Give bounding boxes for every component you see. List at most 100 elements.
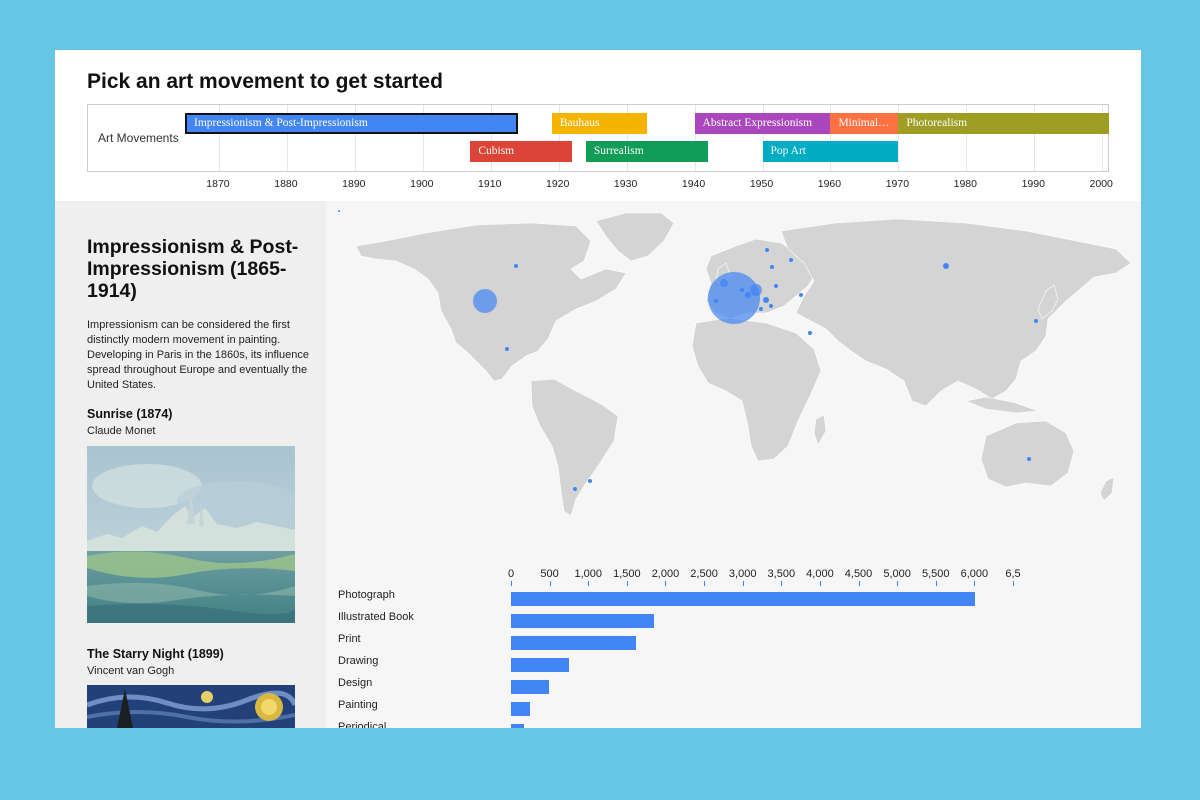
map-marker[interactable] [808, 331, 812, 335]
chart-x-tick-label: 1,500 [613, 568, 641, 580]
map-marker[interactable] [505, 347, 509, 351]
map-marker[interactable] [765, 248, 769, 252]
map-marker[interactable] [769, 304, 773, 308]
movement-bar-impressionism[interactable]: Impressionism & Post-Impressionism [185, 113, 518, 134]
timeline-year-label: 1990 [1021, 178, 1045, 190]
movement-bar-photorealism[interactable]: Photorealism [898, 113, 1109, 134]
chart-x-tick-label: 6,5 [1005, 568, 1021, 580]
movement-bar-abstract-expressionism[interactable]: Abstract Expressionism [694, 113, 831, 134]
map-marker[interactable] [573, 487, 577, 491]
chart-x-tick-mark [897, 581, 899, 586]
map-marker[interactable] [720, 279, 728, 287]
map-marker[interactable] [708, 272, 760, 324]
chart-category-label: Design [338, 677, 373, 689]
chart-x-tick-mark [935, 581, 937, 586]
chart-x-tick-mark [588, 581, 590, 586]
map-marker[interactable] [1034, 319, 1038, 323]
map-marker[interactable] [763, 297, 769, 303]
madagascar-shape [813, 414, 827, 446]
chart-x-tick-mark [858, 581, 860, 586]
map-marker[interactable] [714, 299, 718, 303]
chart-x-tick-mark [511, 581, 512, 586]
chart-x-tick-mark [626, 581, 628, 586]
movement-bar-cubism[interactable]: Cubism [470, 141, 573, 162]
chart-x-tick-label: 2,500 [690, 568, 718, 580]
chart-bar-photograph[interactable] [511, 592, 976, 606]
page-heading: Pick an art movement to get started [87, 70, 443, 93]
timeline-year-axis: 1870 1880 1890 1900 1910 1920 1930 1940 1950 1960… [87, 178, 1113, 192]
chart-x-tick-label: 3,000 [728, 568, 757, 580]
map-marker[interactable] [338, 210, 340, 212]
africa-shape [691, 317, 822, 462]
map-marker[interactable] [473, 289, 497, 313]
indonesia-shape [964, 396, 1039, 414]
chart-x-tick-mark [781, 581, 783, 586]
map-marker[interactable] [588, 479, 592, 483]
chart-bar-design[interactable] [511, 680, 549, 694]
artwork-title: Sunrise (1874) [87, 407, 173, 421]
movement-title: Impressionism & Post-Impressionism (1865… [87, 236, 299, 302]
world-map[interactable] [326, 201, 1141, 531]
chart-bar-print[interactable] [511, 636, 637, 650]
movement-bar-pop-art[interactable]: Pop Art [762, 141, 899, 162]
chart-bar-drawing[interactable] [511, 658, 569, 672]
chart-bar-periodical[interactable] [511, 724, 525, 728]
south-america-shape [530, 378, 619, 517]
chart-x-tick-mark [665, 581, 667, 586]
chart-category-label: Print [338, 633, 361, 645]
chart-x-tick-label: 4,500 [844, 568, 873, 580]
timeline-year-label: 1960 [817, 178, 842, 190]
map-marker[interactable] [774, 284, 778, 288]
chart-category-label: Photograph [338, 589, 395, 601]
chart-x-tick-label: 5,000 [883, 568, 911, 580]
painting-starry-night-image[interactable] [87, 685, 295, 728]
timeline-year-label: 1880 [274, 178, 298, 190]
map-marker[interactable] [943, 263, 949, 269]
movement-bar-surrealism[interactable]: Surrealism [585, 141, 709, 162]
timeline-year-label: 2000 [1089, 178, 1113, 190]
map-marker[interactable] [745, 292, 751, 298]
painting-sunrise-image[interactable] [87, 446, 295, 623]
chart-x-tick-mark [549, 581, 551, 586]
app-window: Pick an art movement to get started Art … [55, 50, 1141, 728]
map-marker[interactable] [799, 293, 803, 297]
chart-bar-illustrated-book[interactable] [511, 614, 654, 628]
chart-category-label: Drawing [338, 655, 379, 667]
chart-category-label: Illustrated Book [338, 611, 414, 623]
new-zealand-shape [1099, 476, 1115, 502]
map-marker[interactable] [740, 288, 744, 292]
movement-bar-minimalism[interactable]: Minimal… [830, 113, 899, 134]
map-marker[interactable] [789, 258, 793, 262]
chart-x-tick-mark [704, 581, 706, 586]
chart-x-tick-label: 2,000 [651, 568, 680, 580]
map-marker[interactable] [514, 264, 518, 268]
map-marker[interactable] [1027, 457, 1031, 461]
movement-sidebar: Impressionism & Post-Impressionism (1865… [55, 201, 326, 728]
chart-x-tick-label: 4,000 [806, 568, 834, 580]
chart-x-tick-label: 5,500 [922, 568, 950, 580]
movement-timeline: Art Movements Impressionism & Post-Impre… [87, 104, 1109, 172]
artwork-artist: Claude Monet [87, 425, 156, 437]
australia-shape [980, 420, 1075, 488]
movement-bar-bauhaus[interactable]: Bauhaus [551, 113, 647, 134]
timeline-year-label: 1950 [749, 178, 774, 190]
chart-category-label: Periodical [338, 721, 387, 728]
timeline-year-label: 1890 [342, 178, 366, 190]
chart-x-tick-label: 1,000 [574, 568, 602, 580]
chart-x-tick-label: 3,500 [767, 568, 796, 580]
map-marker[interactable] [770, 265, 774, 269]
chart-x-tick-mark [1013, 581, 1014, 586]
timeline-year-label: 1940 [681, 178, 706, 190]
chart-x-tick-label: 6,000 [960, 568, 989, 580]
asia-shape [780, 218, 1132, 407]
timeline-year-label: 1970 [885, 178, 910, 190]
timeline-year-label: 1920 [545, 178, 570, 190]
map-marker[interactable] [750, 284, 762, 296]
timeline-year-label: 1980 [953, 178, 977, 190]
chart-bar-painting[interactable] [511, 702, 531, 716]
chart-x-tick-mark [974, 581, 976, 586]
map-marker[interactable] [759, 307, 763, 311]
chart-x-tick-mark [819, 581, 821, 586]
chart-x-tick-label: 0 [507, 568, 515, 580]
artwork-artist: Vincent van Gogh [87, 665, 175, 677]
